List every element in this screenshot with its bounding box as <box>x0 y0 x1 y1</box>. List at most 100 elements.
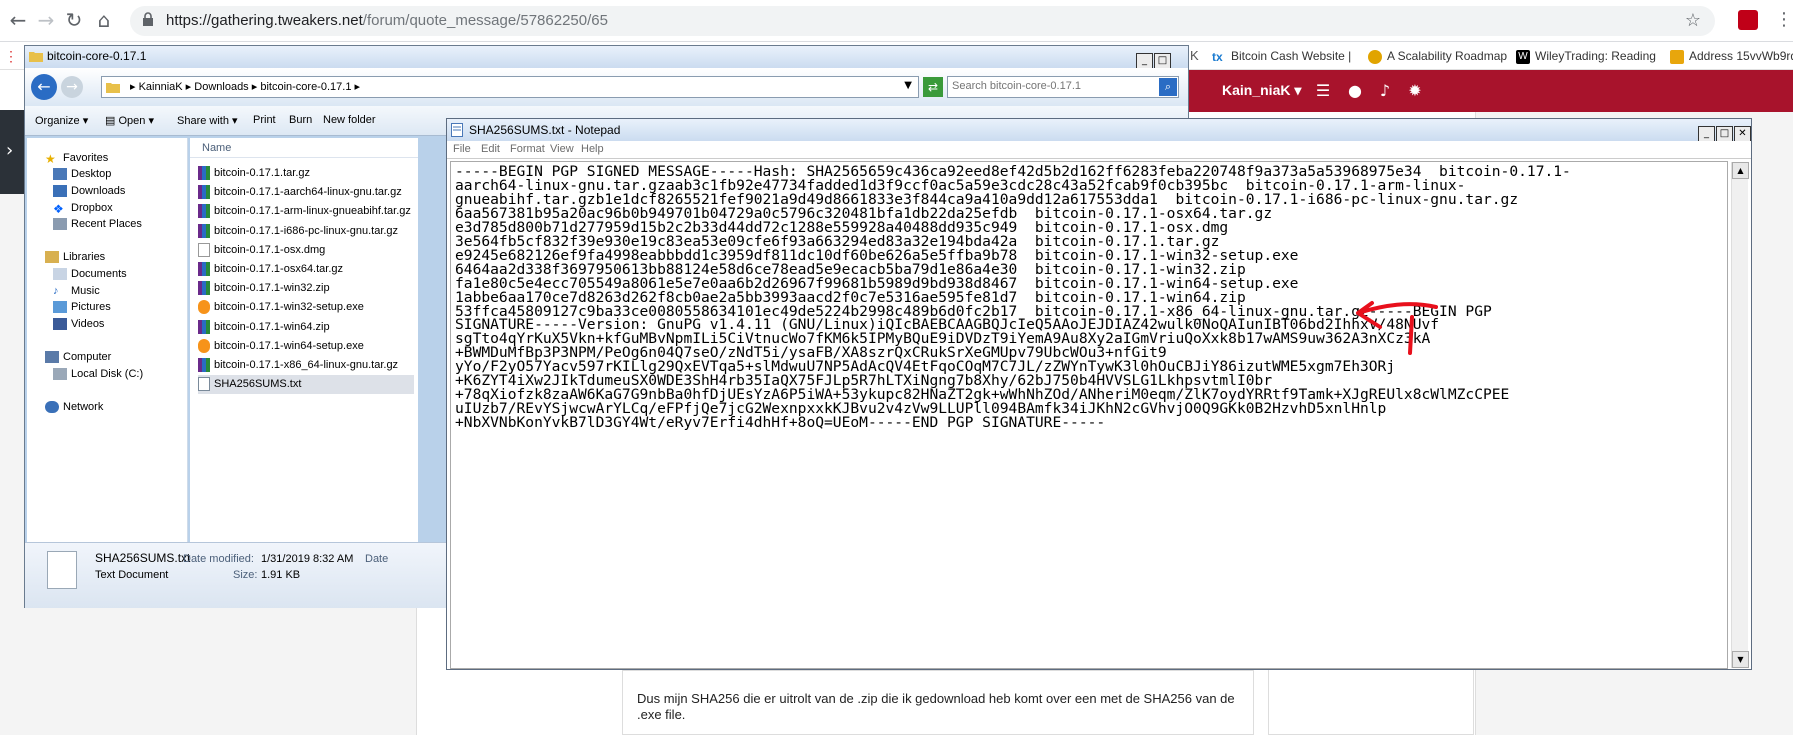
organize-menu[interactable]: Organize ▾ <box>35 114 88 127</box>
bookmark-scalability[interactable]: A Scalability Roadmap <box>1368 42 1507 70</box>
column-header-name[interactable]: Name <box>190 138 418 158</box>
open-label: Open <box>118 115 146 127</box>
new-folder-button[interactable]: New folder <box>323 114 376 126</box>
print-button[interactable]: Print <box>253 114 276 126</box>
file-row[interactable]: bitcoin-0.17.1-arm-linux-gnueabihf.tar.g… <box>198 202 414 221</box>
nav-libraries[interactable]: Libraries <box>45 251 105 264</box>
bookmark-wiley[interactable]: W WileyTrading: Reading <box>1516 42 1656 70</box>
maximize-button[interactable]: □ <box>1154 53 1171 69</box>
libraries-icon <box>45 251 59 264</box>
details-type: Text Document <box>95 569 169 581</box>
nav-videos[interactable]: Videos <box>53 318 104 331</box>
maximize-button[interactable]: □ <box>1716 126 1733 142</box>
breadcrumb-item[interactable]: KainniaK <box>139 81 183 93</box>
file-row[interactable]: bitcoin-0.17.1-osx64.tar.gz <box>198 260 414 279</box>
nav-dropbox[interactable]: ❖ Dropbox <box>53 202 113 216</box>
vertical-scrollbar[interactable]: ▲ ▼ <box>1731 162 1749 668</box>
nav-label: Network <box>63 401 104 413</box>
nav-network[interactable]: Network <box>45 401 104 414</box>
file-row[interactable]: bitcoin-0.17.1-x86_64-linux-gnu.tar.gz <box>198 356 414 375</box>
home-icon[interactable]: ⌂ <box>92 8 116 32</box>
notepad-titlebar[interactable]: SHA256SUMS.txt - Notepad _ □ ✕ <box>447 119 1751 142</box>
archive-icon <box>198 358 210 373</box>
file-row[interactable]: bitcoin-0.17.1-i686-pc-linux-gnu.tar.gz <box>198 222 414 241</box>
nav-downloads[interactable]: Downloads <box>53 185 125 198</box>
scroll-up-arrow-icon[interactable]: ▲ <box>1732 162 1749 179</box>
burn-button[interactable]: Burn <box>289 114 312 126</box>
window-controls: _□✕ <box>1697 121 1751 142</box>
extension-icon[interactable] <box>1738 10 1758 30</box>
file-row[interactable]: SHA256SUMS.txt <box>198 375 414 395</box>
nav-recent-places[interactable]: Recent Places <box>53 218 142 231</box>
nav-favorites[interactable]: ★ Favorites <box>45 152 108 166</box>
chat-icon[interactable]: ● <box>1346 82 1364 100</box>
back-button[interactable]: ← <box>31 74 57 100</box>
search-icon[interactable]: ⌕ <box>1159 78 1177 96</box>
wiley-icon: W <box>1516 49 1530 64</box>
bookmark-bitcoin-cash[interactable]: tx Bitcoin Cash Website | <box>1212 42 1351 70</box>
search-input[interactable] <box>952 80 1142 92</box>
file-row[interactable]: bitcoin-0.17.1-win32.zip <box>198 279 414 298</box>
nav-desktop[interactable]: Desktop <box>53 168 112 181</box>
file-row[interactable]: bitcoin-0.17.1-osx.dmg <box>198 241 414 260</box>
menu-file[interactable]: File <box>453 143 471 155</box>
breadcrumb-item[interactable]: bitcoin-core-0.17.1 <box>260 81 351 93</box>
bell-icon[interactable]: ♪ <box>1376 82 1394 100</box>
menu-edit[interactable]: Edit <box>481 143 500 155</box>
recent-places-icon <box>53 218 67 231</box>
explorer-search[interactable]: ⌕ <box>947 76 1179 98</box>
breadcrumb-item[interactable]: Downloads <box>194 81 248 93</box>
bookmark-star-icon[interactable]: ☆ <box>1685 10 1701 31</box>
bookmark-label: Bitcoin Cash Website | <box>1231 49 1352 63</box>
gear-icon[interactable]: ✹ <box>1406 82 1424 100</box>
folder-icon <box>106 83 120 93</box>
explorer-titlebar[interactable]: bitcoin-core-0.17.1 _□✕ <box>25 46 1188 90</box>
minimize-button[interactable]: _ <box>1136 53 1153 69</box>
file-row[interactable]: bitcoin-0.17.1-aarch64-linux-gnu.tar.gz <box>198 183 414 202</box>
sidebar-toggle[interactable]: › <box>0 110 26 194</box>
share-with-menu[interactable]: Share with ▾ <box>177 114 238 127</box>
dropdown-arrow-icon[interactable]: ▼ <box>904 80 912 91</box>
address-bar[interactable]: https://gathering.tweakers.net/forum/quo… <box>130 6 1715 36</box>
nav-computer[interactable]: Computer <box>45 351 111 364</box>
forward-button[interactable]: → <box>61 76 83 98</box>
list-icon[interactable]: ☰ <box>1314 82 1332 100</box>
share-with-label: Share with <box>177 115 229 127</box>
close-button[interactable]: ✕ <box>1734 126 1751 142</box>
breadcrumb[interactable]: ▸ KainniaK ▸ Downloads ▸ bitcoin-core-0.… <box>101 76 919 98</box>
minimize-button[interactable]: _ <box>1698 126 1715 142</box>
nav-label: Desktop <box>71 168 112 180</box>
file-row[interactable]: bitcoin-0.17.1.tar.gz <box>198 164 414 183</box>
nav-pictures[interactable]: Pictures <box>53 301 111 314</box>
back-arrow-icon[interactable]: ← <box>6 8 30 32</box>
lock-icon <box>143 12 153 26</box>
notepad-icon <box>451 123 463 137</box>
scroll-down-arrow-icon[interactable]: ▼ <box>1732 651 1749 668</box>
user-menu[interactable]: Kain_niaK ▾ <box>1222 82 1301 99</box>
text-line: +NbXVNbKonYvkB7lD3GY4Wt/eRyv7Erfi4dhHf+8… <box>455 414 1106 432</box>
nav-local-disk[interactable]: Local Disk (C:) <box>53 368 143 381</box>
file-name: bitcoin-0.17.1-aarch64-linux-gnu.tar.gz <box>214 186 402 199</box>
open-menu[interactable]: ▤ Open ▾ <box>105 114 154 127</box>
forward-arrow-icon[interactable]: → <box>34 8 58 32</box>
bookmark-address[interactable]: Address 15vvWb9rdJT <box>1670 42 1793 70</box>
browser-toolbar: ← → ↻ ⌂ https://gathering.tweakers.net/f… <box>0 0 1793 42</box>
organize-label: Organize <box>35 115 80 127</box>
menu-view[interactable]: View <box>550 143 574 155</box>
url-path: /forum/quote_message/57862250/65 <box>362 12 608 29</box>
reload-icon[interactable]: ↻ <box>62 8 86 32</box>
file-row[interactable]: bitcoin-0.17.1-win32-setup.exe <box>198 298 414 317</box>
bitcoin-icon <box>198 300 210 315</box>
bitcoin-coin-icon <box>1368 49 1382 64</box>
breadcrumb-path: ▸ KainniaK ▸ Downloads ▸ bitcoin-core-0.… <box>130 81 361 93</box>
nav-documents[interactable]: Documents <box>53 268 127 281</box>
refresh-icon[interactable]: ⇄ <box>923 77 943 97</box>
menu-format[interactable]: Format <box>510 143 545 155</box>
nav-music[interactable]: ♪ Music <box>53 285 100 297</box>
notepad-text-area[interactable]: -----BEGIN PGP SIGNED MESSAGE-----Hash: … <box>450 161 1728 669</box>
red-arrow-annotation <box>1356 301 1438 355</box>
file-row[interactable]: bitcoin-0.17.1-win64.zip <box>198 318 414 337</box>
file-row[interactable]: bitcoin-0.17.1-win64-setup.exe <box>198 337 414 356</box>
menu-help[interactable]: Help <box>581 143 604 155</box>
chrome-menu-icon[interactable]: ⋮ <box>1775 9 1793 30</box>
